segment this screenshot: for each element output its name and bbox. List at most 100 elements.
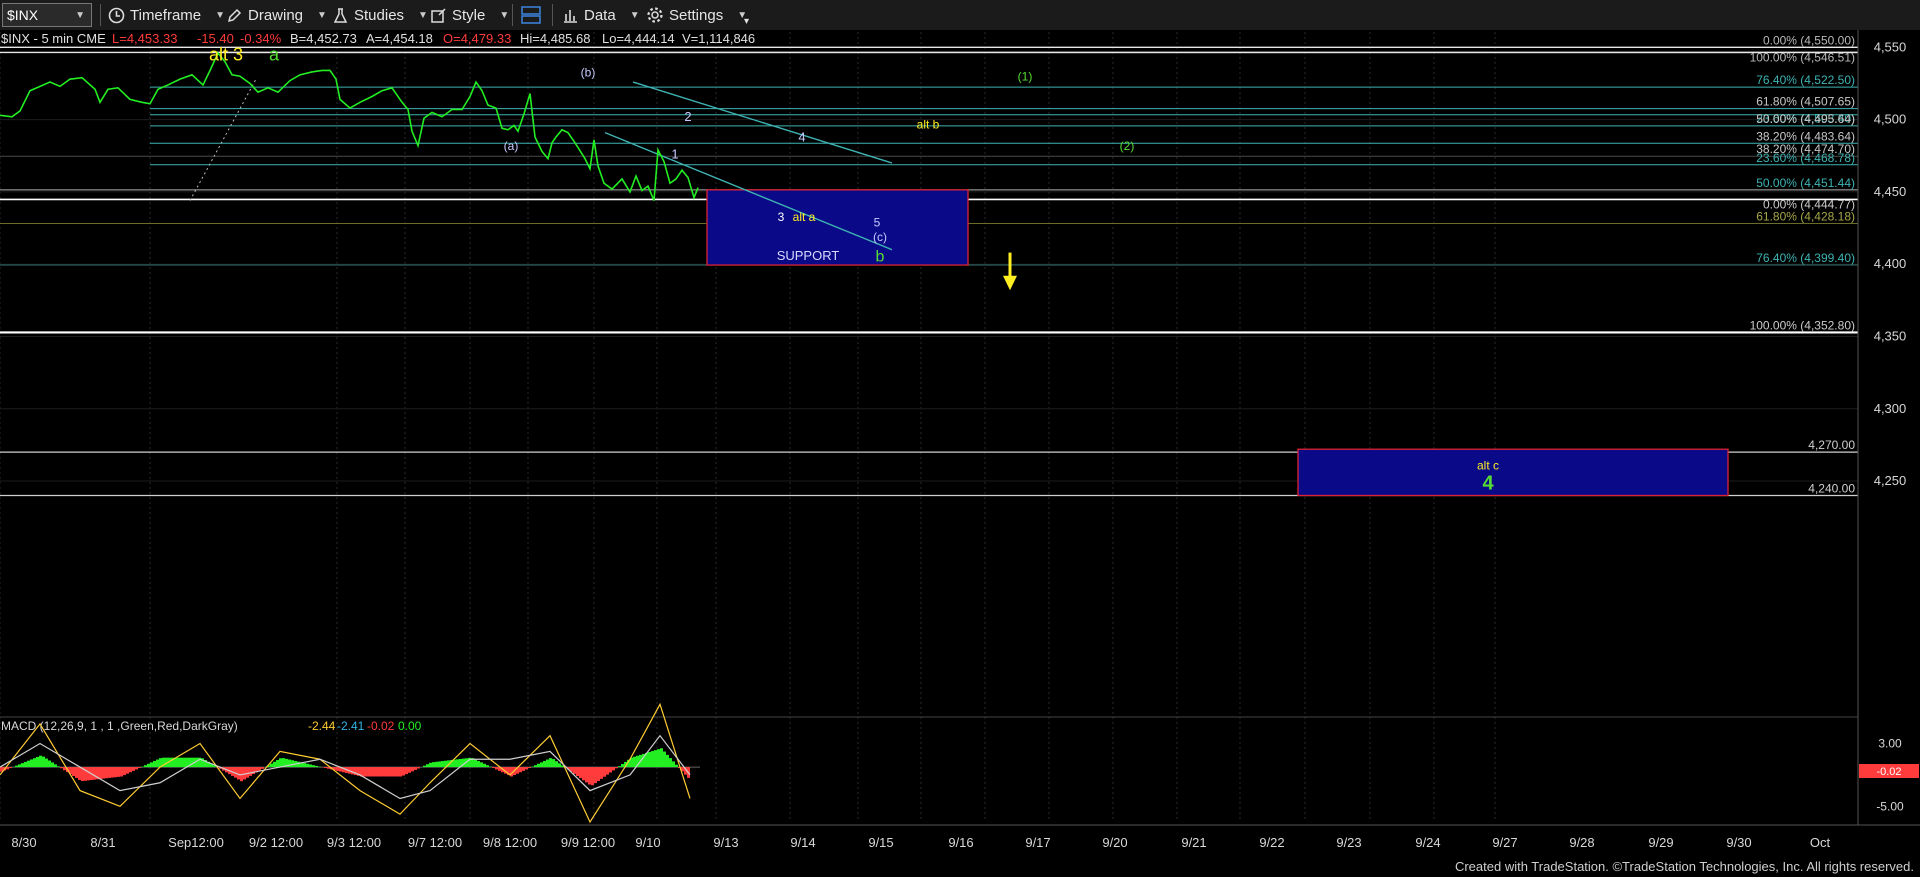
macd-hist-bar xyxy=(654,750,657,768)
x-tick-label: 9/27 xyxy=(1492,835,1517,850)
x-tick-label: 8/31 xyxy=(90,835,115,850)
macd-hist-bar xyxy=(648,752,651,768)
macd-tick-label: 3.00 xyxy=(1878,737,1902,751)
macd-hist-bar xyxy=(495,767,498,770)
macd-hist-bar xyxy=(144,765,147,768)
y-tick-label: 4,300 xyxy=(1874,401,1907,416)
macd-value: -2.41 xyxy=(337,719,365,733)
y-tick-label: 4,350 xyxy=(1874,328,1907,343)
macd-hist-bar xyxy=(180,757,183,768)
macd-hist-bar xyxy=(150,762,153,768)
wave-paren-b: (b) xyxy=(581,65,596,79)
macd-hist-bar xyxy=(78,767,81,780)
wave-paren-c: (c) xyxy=(873,230,887,244)
macd-hist-bar xyxy=(306,763,309,768)
fib-label: 23.60% (4,468.78) xyxy=(1756,151,1855,165)
macd-hist-bar xyxy=(87,767,90,781)
macd-hist-bar xyxy=(246,767,249,778)
macd-hist-bar xyxy=(492,767,495,769)
macd-hist-bar xyxy=(549,758,552,768)
wave-alt3: alt 3 xyxy=(209,44,243,64)
macd-hist-bar xyxy=(72,767,75,777)
macd-hist-bar xyxy=(597,767,600,781)
macd-hist-bar xyxy=(591,767,594,786)
macd-hist-bar xyxy=(30,759,33,768)
macd-hist-bar xyxy=(177,757,180,768)
y-tick-label: 4,500 xyxy=(1874,112,1907,127)
macd-hist-bar xyxy=(588,767,591,785)
macd-hist-bar xyxy=(600,767,603,779)
macd-hist-bar xyxy=(438,761,441,768)
macd-hist-bar xyxy=(390,767,393,777)
macd-hist-bar xyxy=(408,767,411,773)
quote-bid: B=4,452.73 xyxy=(290,31,357,46)
x-tick-label: 9/13 xyxy=(713,835,738,850)
fib-label: 76.40% (4,522.50) xyxy=(1756,73,1855,87)
y-tick-label: 4,400 xyxy=(1874,256,1907,271)
macd-hist-bar xyxy=(276,760,279,768)
x-tick-label: Oct xyxy=(1810,835,1831,850)
macd-hist-bar xyxy=(594,767,597,784)
macd-hist-bar xyxy=(60,767,63,769)
x-tick-label: 9/10 xyxy=(635,835,660,850)
macd-hist-bar xyxy=(384,767,387,777)
x-tick-label: 9/16 xyxy=(948,835,973,850)
macd-hist-bar xyxy=(372,767,375,777)
macd-hist-bar xyxy=(324,767,327,769)
macd-hist-bar xyxy=(429,762,432,768)
target-alt-label: alt c xyxy=(1477,458,1499,472)
y-tick-label: 4,550 xyxy=(1874,39,1907,54)
macd-hist-bar xyxy=(108,767,111,778)
quote-pct: -0.34% xyxy=(240,31,282,46)
macd-hist-bar xyxy=(576,767,579,777)
x-tick-label: 9/22 xyxy=(1259,835,1284,850)
macd-hist-bar xyxy=(621,764,624,768)
macd-hist-bar xyxy=(93,767,96,780)
macd-hist-bar xyxy=(618,766,621,768)
macd-pane: MACD (12,26,9, 1 , 1 ,Green,Red,DarkGray… xyxy=(0,702,1919,824)
quote-open: O=4,479.33 xyxy=(443,31,511,46)
quote-high: Hi=4,485.68 xyxy=(520,31,590,46)
macd-hist-bar xyxy=(312,765,315,768)
macd-hist-bar xyxy=(657,749,660,768)
wave-paren-2: (2) xyxy=(1120,139,1135,153)
macd-hist-bar xyxy=(456,759,459,768)
macd-hist-bar xyxy=(579,767,582,779)
macd-hist-bar xyxy=(132,767,135,771)
macd-hist-bar xyxy=(543,760,546,768)
macd-hist-bar xyxy=(573,767,576,774)
macd-hist-bar xyxy=(534,765,537,768)
macd-hist-bar xyxy=(606,767,609,775)
macd-hist-bar xyxy=(393,767,396,777)
macd-hist-bar xyxy=(540,762,543,768)
macd-hist-bar xyxy=(396,767,399,777)
quote-symbol: $INX - 5 min CME xyxy=(1,31,106,46)
macd-hist-bar xyxy=(669,758,672,768)
macd-hist-bar xyxy=(486,765,489,768)
macd-hist-bar xyxy=(555,761,558,768)
macd-hist-bar xyxy=(633,756,636,768)
macd-hist-bar xyxy=(519,767,522,773)
macd-hist-bar xyxy=(105,767,108,779)
macd-hist-bar xyxy=(612,767,615,771)
wave-b: b xyxy=(876,248,885,265)
quote-ask: A=4,454.18 xyxy=(366,31,433,46)
macd-hist-bar xyxy=(378,767,381,777)
macd-hist-bar xyxy=(432,762,435,768)
target-wave-label: 4 xyxy=(1482,473,1494,495)
macd-hist-bar xyxy=(417,767,420,769)
wave-alt-a: alt a xyxy=(793,210,816,224)
fib-label: 4,270.00 xyxy=(1808,438,1855,452)
macd-hist-bar xyxy=(18,764,21,768)
fib-label: 50.00% (4,451.44) xyxy=(1756,176,1855,190)
macd-hist-bar xyxy=(237,767,240,780)
macd-hist-bar xyxy=(336,767,339,771)
macd-hist-bar xyxy=(558,763,561,768)
macd-hist-bar xyxy=(315,765,318,768)
macd-hist-bar xyxy=(546,759,549,768)
macd-hist-bar xyxy=(585,767,588,783)
macd-hist-bar xyxy=(528,767,531,769)
macd-hist-bar xyxy=(21,763,24,768)
macd-hist-bar xyxy=(297,761,300,768)
macd-hist-bar xyxy=(39,755,42,768)
